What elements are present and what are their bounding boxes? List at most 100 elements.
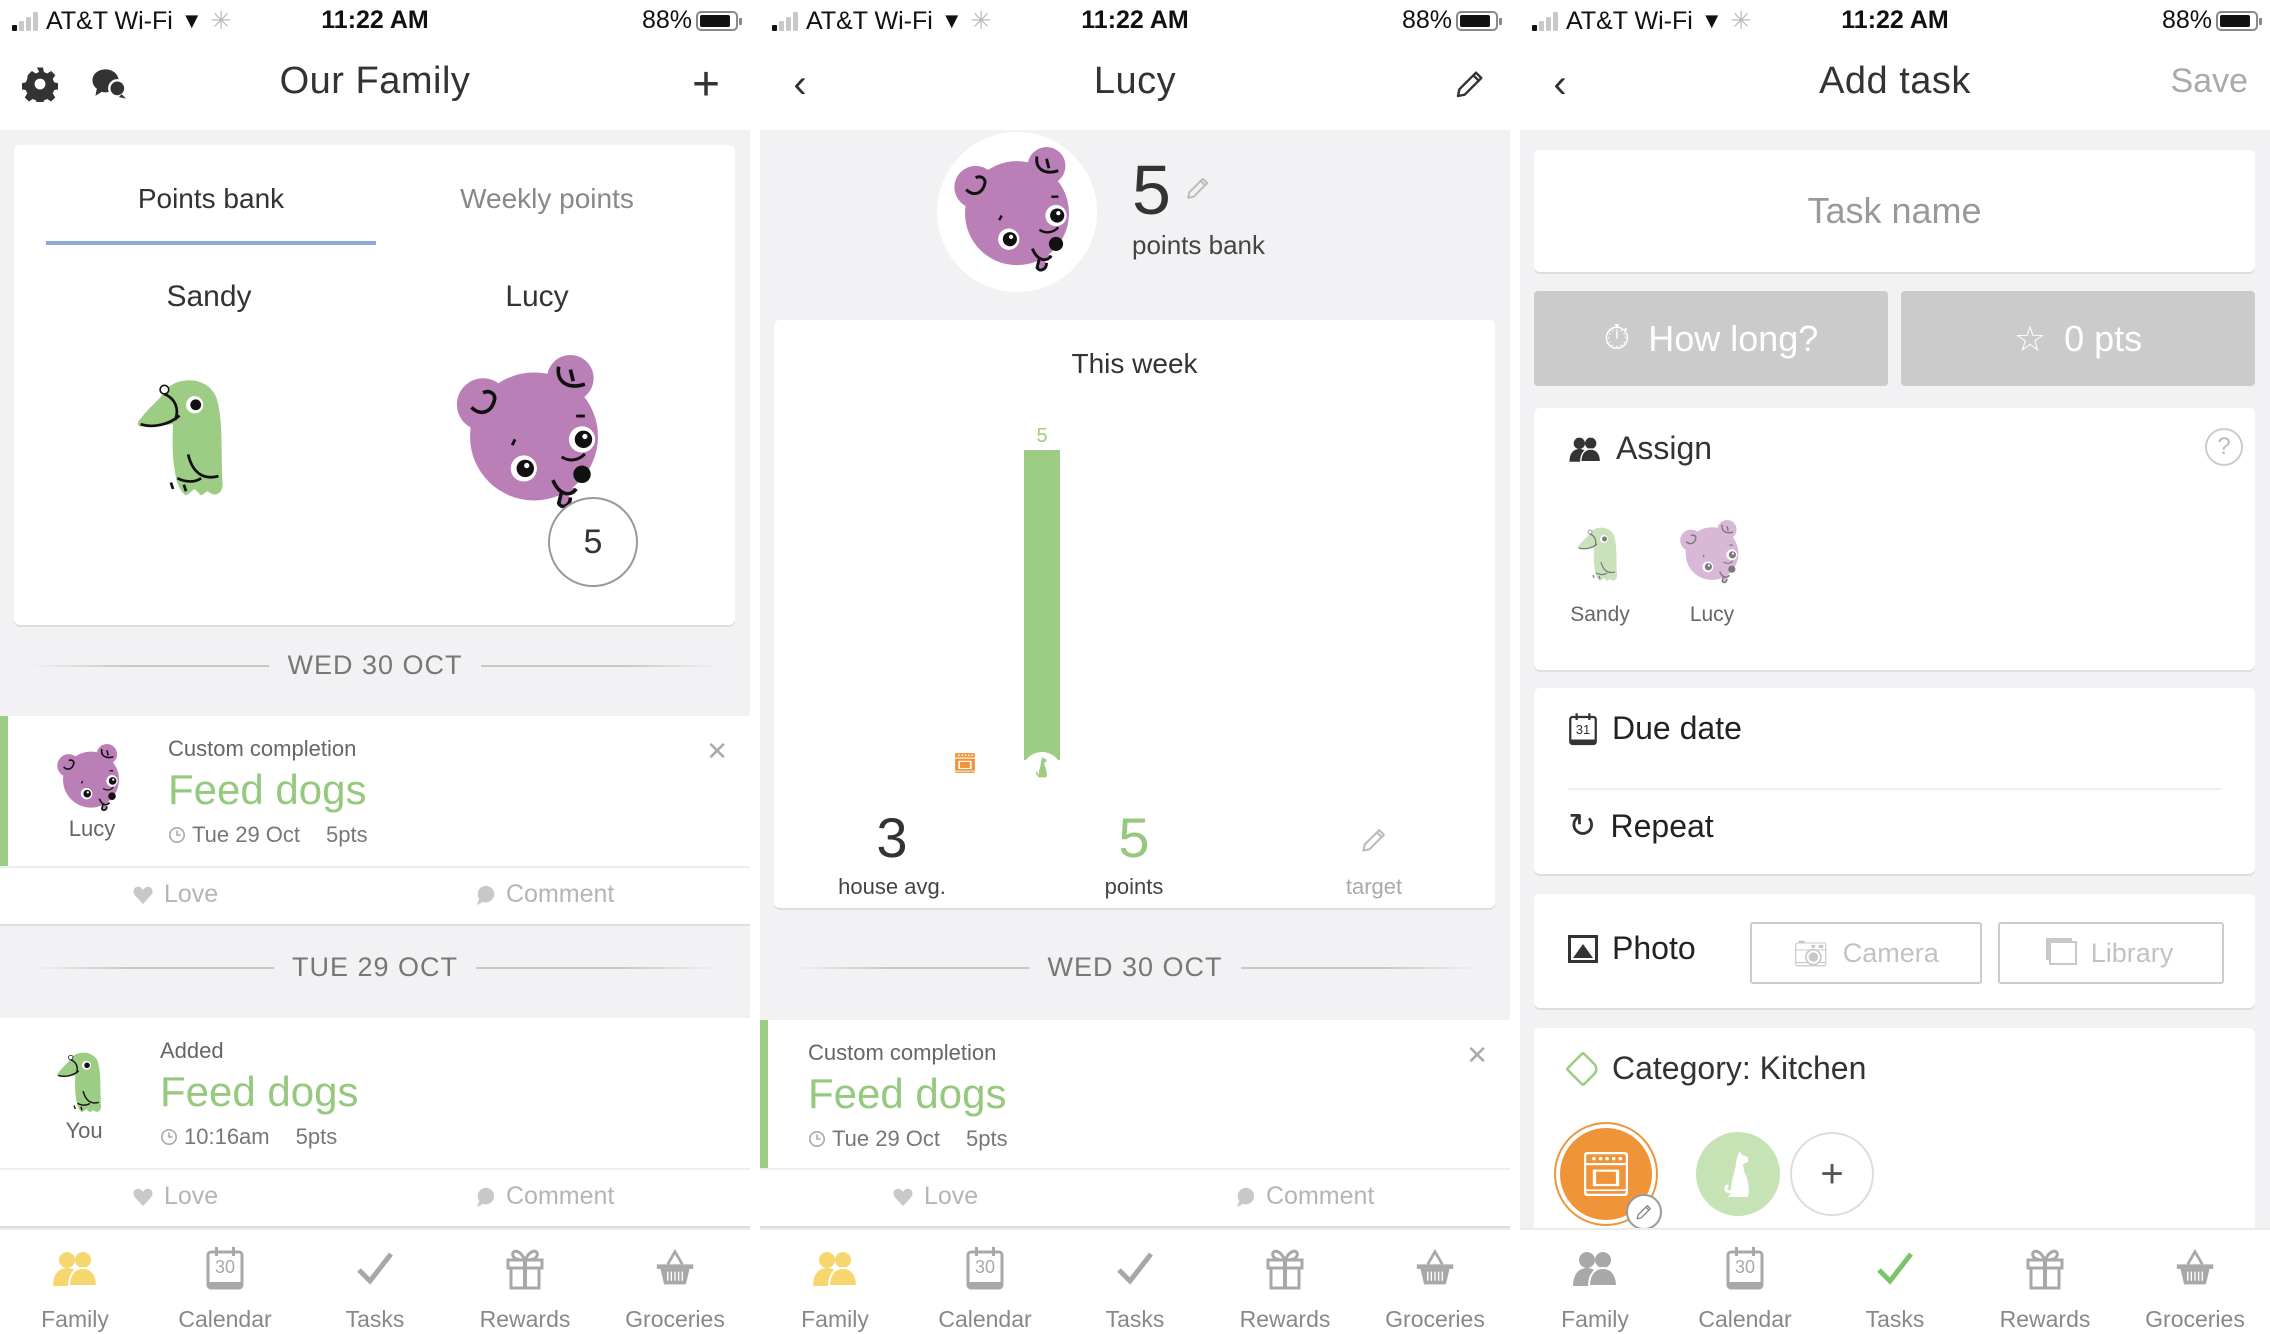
- add-category-button[interactable]: +: [1790, 1132, 1874, 1216]
- lucy-avatar: [1679, 518, 1745, 588]
- comment-label: Comment: [506, 880, 615, 908]
- feed-time: Tue 29 Oct: [832, 1126, 941, 1151]
- points-bank-label: points bank: [1132, 230, 1265, 260]
- tab-tasks[interactable]: Tasks: [300, 1242, 450, 1333]
- save-button[interactable]: Save: [2171, 62, 2249, 101]
- check-icon: [1115, 1246, 1155, 1290]
- dismiss-button[interactable]: ✕: [1466, 1040, 1488, 1071]
- basket-icon: [655, 1246, 695, 1290]
- how-long-button[interactable]: ⏱ How long?: [1534, 291, 1888, 386]
- feed-meta: Tue 29 Oct 5pts: [808, 1126, 1008, 1152]
- member-name-sandy: Sandy: [166, 280, 252, 313]
- battery-icon: [696, 10, 742, 31]
- date-label: WED 30 OCT: [287, 650, 463, 680]
- tab-calendar[interactable]: 30 Calendar: [910, 1242, 1060, 1333]
- tab-rewards[interactable]: Rewards: [1210, 1242, 1360, 1333]
- nav-header: ‹ Lucy: [760, 40, 1510, 130]
- tab-calendar[interactable]: 30 Calendar: [1670, 1242, 1820, 1333]
- photo-label: Photo: [1612, 930, 1696, 966]
- add-button[interactable]: +: [684, 58, 728, 111]
- target-stat[interactable]: target: [1274, 810, 1474, 900]
- profile-avatar: [937, 132, 1097, 292]
- tab-groceries[interactable]: Groceries: [2120, 1242, 2270, 1333]
- help-button[interactable]: ?: [2205, 428, 2243, 466]
- feed-item[interactable]: You Added Feed dogs 10:16am 5pts: [0, 1018, 750, 1168]
- feed-points: 5pts: [295, 1124, 338, 1149]
- comment-button[interactable]: Comment: [474, 880, 614, 909]
- calendar-icon: 31: [1568, 712, 1598, 746]
- feed-actions: Love Comment: [0, 866, 750, 924]
- assignee-name: Lucy: [1689, 603, 1735, 626]
- feed-item[interactable]: Custom completion Feed dogs Tue 29 Oct 5p…: [760, 1020, 1510, 1170]
- clock: 11:22 AM: [1841, 6, 1949, 34]
- people-icon: [1568, 434, 1602, 464]
- tab-family[interactable]: Family: [0, 1242, 150, 1333]
- edit-category-button[interactable]: [1626, 1194, 1662, 1230]
- house-avg-value: 3: [876, 806, 908, 869]
- tab-weekly-points[interactable]: Weekly points: [382, 183, 712, 215]
- tab-rewards[interactable]: Rewards: [450, 1242, 600, 1333]
- tab-calendar[interactable]: 30 Calendar: [150, 1242, 300, 1333]
- camera-button[interactable]: 📷︎ Camera: [1750, 922, 1982, 984]
- assign-sandy[interactable]: Sandy: [1560, 518, 1640, 627]
- schedule-card: 31 Due date ↻ Repeat: [1534, 688, 2255, 874]
- sandy-avatar[interactable]: [132, 355, 240, 515]
- battery-percent: 88%: [1401, 6, 1452, 34]
- tab-family[interactable]: Family: [1520, 1242, 1670, 1333]
- nav-header: ‹ Add task Save: [1520, 40, 2270, 130]
- photo-heading: Photo: [1568, 930, 1696, 967]
- dismiss-button[interactable]: ✕: [706, 736, 728, 767]
- category-card: Category: Kitchen +: [1534, 1028, 2255, 1248]
- comment-label: Comment: [1266, 1182, 1375, 1210]
- feed-meta: 10:16am 5pts: [160, 1124, 337, 1150]
- assign-label: Assign: [1616, 430, 1713, 466]
- family-icon: [811, 1246, 859, 1290]
- tab-groceries[interactable]: Groceries: [1360, 1242, 1510, 1333]
- love-button[interactable]: Love: [132, 1182, 218, 1211]
- tab-label: Groceries: [625, 1306, 725, 1332]
- tab-label: Tasks: [1105, 1306, 1165, 1332]
- check-icon: [1875, 1246, 1915, 1290]
- love-button[interactable]: Love: [132, 880, 218, 909]
- tab-tasks[interactable]: Tasks: [1820, 1242, 1970, 1333]
- calendar-day: 31: [1575, 721, 1591, 737]
- basket-icon: [1415, 1246, 1455, 1290]
- tab-family[interactable]: Family: [760, 1242, 910, 1333]
- assign-lucy[interactable]: Lucy: [1672, 518, 1752, 627]
- feed-item[interactable]: Lucy Custom completion Feed dogs Tue 29 …: [0, 716, 750, 866]
- edit-points-button[interactable]: [1185, 175, 1211, 206]
- page-title: Add task: [1819, 60, 1971, 102]
- tab-groceries[interactable]: Groceries: [600, 1242, 750, 1333]
- comment-button[interactable]: Comment: [1234, 1182, 1374, 1211]
- library-button[interactable]: Library: [1998, 922, 2224, 984]
- tab-label: Rewards: [1239, 1306, 1331, 1332]
- category-kitchen[interactable]: [1560, 1128, 1662, 1230]
- due-date-label: Due date: [1612, 710, 1742, 746]
- tab-points-bank[interactable]: Points bank: [46, 183, 376, 215]
- repeat-row[interactable]: ↻ Repeat: [1568, 806, 1714, 846]
- tab-tasks[interactable]: Tasks: [1060, 1242, 1210, 1333]
- comment-button[interactable]: Comment: [474, 1182, 614, 1211]
- repeat-icon: ↻: [1568, 807, 1597, 845]
- points-button[interactable]: ☆ 0 pts: [1901, 291, 2255, 386]
- feed-title: Feed dogs: [160, 1068, 359, 1115]
- pencil-icon: [1185, 175, 1211, 201]
- task-name-input[interactable]: [1534, 150, 2255, 272]
- edit-member-button[interactable]: [1448, 62, 1492, 106]
- gift-icon: [1265, 1246, 1305, 1290]
- this-week-card: This week 5 3 house avg. 5 points target: [774, 320, 1495, 908]
- lucy-avatar[interactable]: [454, 355, 614, 515]
- tab-label: Family: [41, 1306, 109, 1332]
- calendar-day: 30: [1734, 1257, 1756, 1277]
- status-bar: AT&T Wi-Fi ▼ ✳ 11:22 AM 88%: [0, 0, 750, 40]
- feed-points: 5pts: [326, 822, 368, 847]
- add-task-screen: AT&T Wi-Fi ▼ ✳ 11:22 AM 88% ‹ Add task Sav…: [1520, 0, 2270, 1334]
- love-button[interactable]: Love: [892, 1182, 978, 1211]
- family-screen: AT&T Wi-Fi ▼ ✳ 11:22 AM 88% Our Family + P…: [0, 0, 750, 1334]
- due-date-row[interactable]: 31 Due date: [1568, 710, 1742, 747]
- tab-rewards[interactable]: Rewards: [1970, 1242, 2120, 1333]
- feed-who: You: [65, 1118, 103, 1143]
- date-divider: WED 30 OCT: [30, 650, 720, 681]
- pencil-icon: [1454, 68, 1486, 100]
- category-pets[interactable]: [1696, 1132, 1780, 1216]
